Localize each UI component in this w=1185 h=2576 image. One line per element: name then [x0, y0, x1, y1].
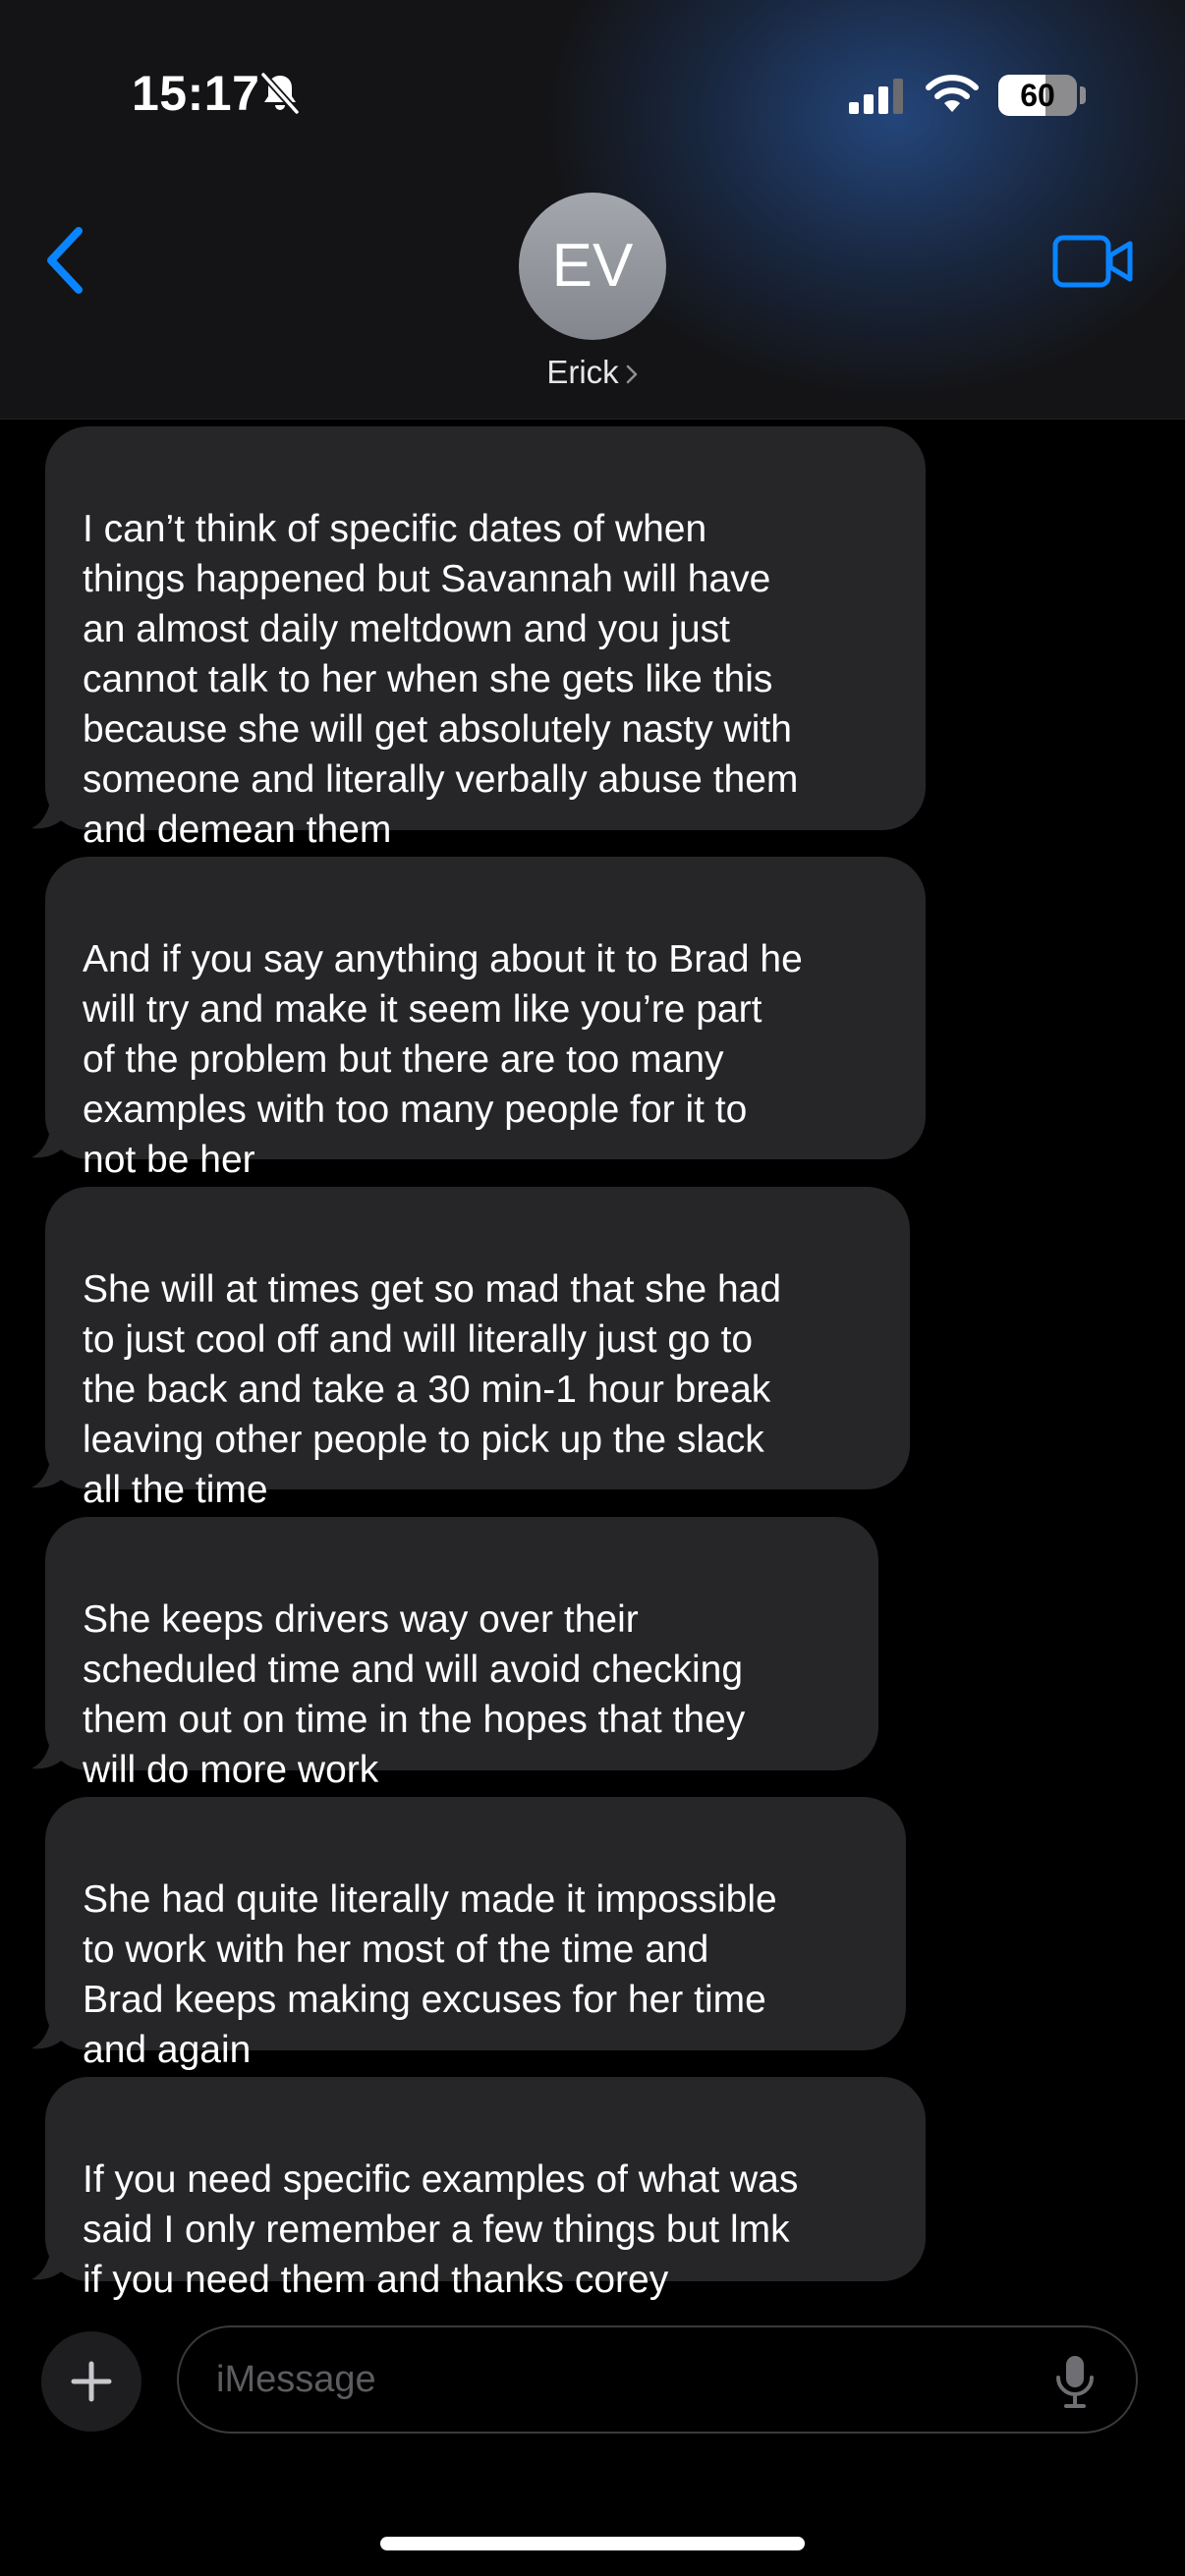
message-bubble[interactable]: She keeps drivers way over their schedul…: [45, 1517, 878, 1791]
conversation-header: 15:17 60 EV Erick: [0, 0, 1185, 420]
message-text: I can’t think of specific dates of when …: [83, 508, 799, 851]
home-indicator[interactable]: [380, 2537, 805, 2550]
bubble-tail: [31, 2242, 69, 2280]
bubble-tail: [31, 2011, 69, 2049]
battery-cap: [1080, 86, 1086, 104]
bubble-tail: [31, 1450, 69, 1488]
back-button[interactable]: [39, 221, 98, 300]
microphone-icon[interactable]: [1053, 2354, 1097, 2409]
video-call-button[interactable]: [1051, 232, 1134, 291]
bubble-tail: [31, 1731, 69, 1769]
status-time: 15:17: [132, 66, 260, 121]
avatar[interactable]: EV: [519, 193, 666, 340]
battery-level: 60: [1020, 78, 1055, 113]
header-background-glow: [550, 0, 1185, 393]
message-text: She will at times get so mad that she ha…: [83, 1268, 782, 1511]
contact-name-button[interactable]: Erick: [0, 354, 1185, 391]
message-bubble[interactable]: If you need specific examples of what wa…: [45, 2077, 926, 2301]
message-bubble[interactable]: She had quite literally made it impossib…: [45, 1797, 906, 2071]
wifi-icon: [926, 75, 979, 112]
battery-icon: 60: [998, 75, 1077, 116]
message-text: She had quite literally made it impossib…: [83, 1878, 777, 2071]
message-text: And if you say anything about it to Brad…: [83, 938, 803, 1181]
message-bubble[interactable]: I can’t think of specific dates of when …: [45, 426, 926, 851]
message-text: She keeps drivers way over their schedul…: [83, 1598, 746, 1791]
message-bubble[interactable]: She will at times get so mad that she ha…: [45, 1187, 910, 1511]
bubble-tail: [31, 1120, 69, 1158]
message-bubble[interactable]: And if you say anything about it to Brad…: [45, 857, 926, 1181]
signal-icon: [849, 79, 903, 114]
bubble-tail: [31, 791, 69, 829]
message-input[interactable]: [177, 2325, 1138, 2434]
contact-name: Erick: [546, 354, 619, 390]
plus-icon: [71, 2361, 112, 2402]
bell-slash-icon: [260, 72, 300, 115]
chevron-right-icon: [626, 365, 637, 384]
add-attachment-button[interactable]: [41, 2331, 141, 2432]
message-text: If you need specific examples of what wa…: [83, 2158, 799, 2301]
